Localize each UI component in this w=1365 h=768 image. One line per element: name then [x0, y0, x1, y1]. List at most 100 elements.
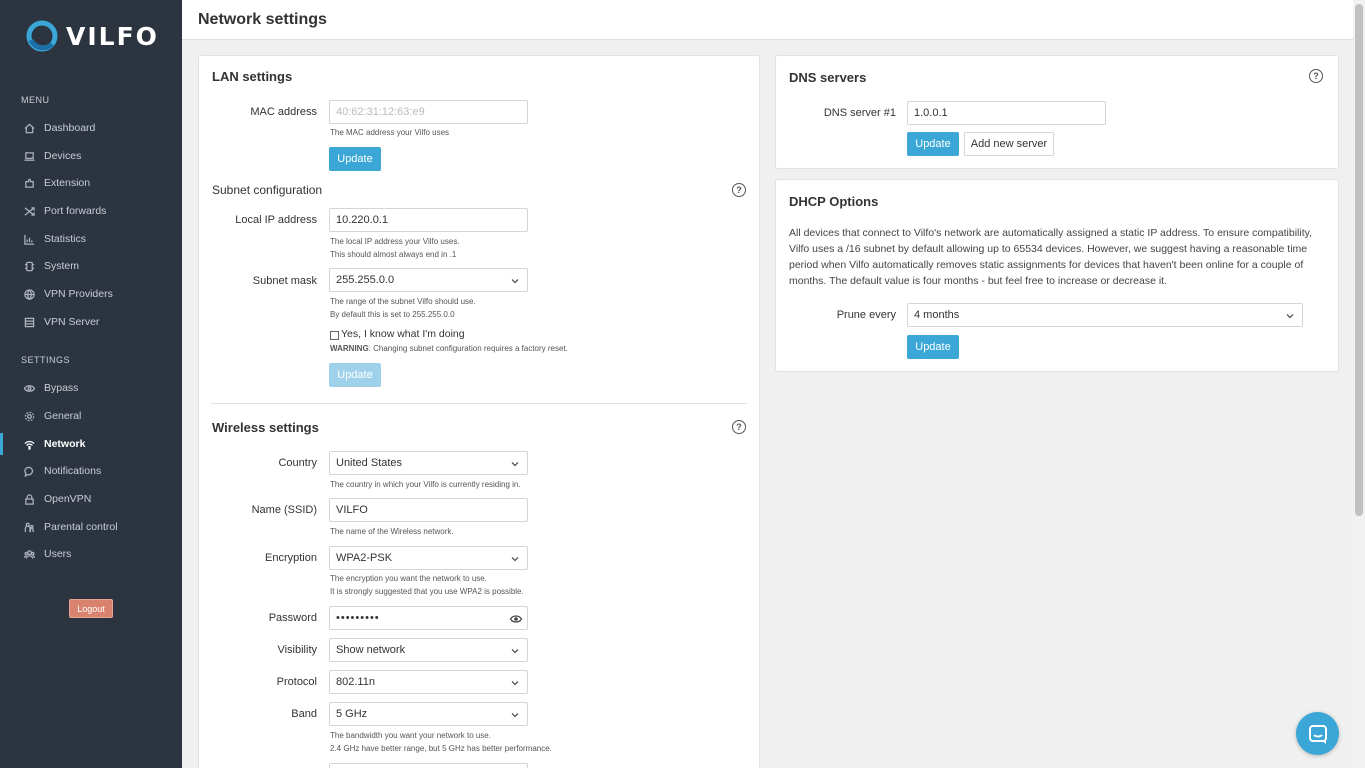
sidebar-item-label: OpenVPN: [44, 493, 92, 505]
dhcp-options-panel: DHCP Options All devices that connect to…: [775, 179, 1339, 372]
prune-every-select[interactable]: 4 months: [907, 303, 1303, 327]
shuffle-icon: [24, 206, 35, 217]
eye-icon: [24, 383, 35, 394]
sidebar-item-port-forwards[interactable]: Port forwards: [0, 200, 182, 222]
password-label: Password: [268, 612, 317, 624]
ssid-label: Name (SSID): [251, 504, 317, 516]
sidebar-item-dashboard[interactable]: Dashboard: [0, 117, 182, 139]
subnet-warning: WARNING: Changing subnet configuration r…: [330, 343, 568, 356]
sidebar-item-vpn-server[interactable]: VPN Server: [0, 311, 182, 333]
subnet-configuration-title: Subnet configuration: [212, 183, 323, 197]
sidebar-item-extension[interactable]: Extension: [0, 172, 182, 194]
subnet-help-icon[interactable]: ?: [732, 183, 746, 197]
chevron-down-icon: [511, 678, 519, 686]
subnet-update-button[interactable]: Update: [329, 363, 381, 387]
menu-section-label: MENU: [21, 95, 50, 105]
band-help-2: 2.4 GHz have better range, but 5 GHz has…: [330, 744, 552, 753]
local-ip-help-2: This should almost always end in .1: [330, 250, 457, 259]
sidebar-item-label: Network: [44, 438, 86, 450]
dns-update-button[interactable]: Update: [907, 132, 959, 156]
dhcp-update-button[interactable]: Update: [907, 335, 959, 359]
local-ip-input[interactable]: 10.220.0.1: [329, 208, 528, 232]
chevron-down-icon: [511, 710, 519, 718]
confirm-checkbox[interactable]: [330, 331, 339, 340]
visibility-value: Show network: [336, 644, 406, 656]
sidebar-item-label: Users: [44, 548, 72, 560]
encryption-label: Encryption: [265, 552, 317, 564]
sidebar-item-label: Devices: [44, 150, 82, 162]
sidebar-item-label: Extension: [44, 177, 91, 189]
globe-icon: [24, 288, 35, 300]
mac-address-label: MAC address: [250, 106, 317, 118]
band-select[interactable]: 5 GHz: [329, 702, 528, 726]
sidebar-item-general[interactable]: General: [0, 405, 182, 427]
sidebar-item-label: Bypass: [44, 382, 79, 394]
sidebar-item-openvpn[interactable]: OpenVPN: [0, 488, 182, 510]
password-value: •••••••••: [336, 612, 380, 624]
scrollbar-thumb[interactable]: [1355, 4, 1363, 516]
dns-server-1-label: DNS server #1: [823, 107, 896, 119]
sidebar-item-devices[interactable]: Devices: [0, 145, 182, 167]
users-icon: [24, 549, 35, 560]
encryption-select[interactable]: WPA2-PSK: [329, 546, 528, 570]
password-input[interactable]: •••••••••: [329, 606, 528, 630]
dns-help-icon[interactable]: ?: [1309, 69, 1323, 83]
chat-widget-button[interactable]: [1296, 712, 1339, 755]
protocol-select[interactable]: 802.11n: [329, 670, 528, 694]
chevron-down-icon: [1286, 311, 1294, 319]
visibility-select[interactable]: Show network: [329, 638, 528, 662]
eye-icon[interactable]: [510, 613, 522, 625]
dhcp-description-line-1: All devices that connect to Vilfo's netw…: [789, 227, 1312, 239]
sidebar-item-parental-control[interactable]: Parental control: [0, 516, 182, 538]
dhcp-description-line-4: months. The default value is four months…: [789, 275, 1168, 287]
lock-icon: [24, 493, 35, 505]
encryption-help-1: The encryption you want the network to u…: [330, 574, 487, 583]
wireless-settings-title: Wireless settings: [212, 420, 319, 435]
gear-icon: [24, 411, 35, 422]
local-ip-label: Local IP address: [235, 214, 317, 226]
lan-settings-panel: LAN settings MAC address 40:62:31:12:63:…: [198, 55, 760, 768]
settings-section-label: SETTINGS: [21, 355, 71, 365]
mac-address-input[interactable]: 40:62:31:12:63:e9: [329, 100, 528, 124]
sidebar: VILFO MENU Dashboard Devices Extension P…: [0, 0, 182, 768]
chart-icon: [24, 234, 35, 245]
header: Network settings: [182, 0, 1353, 40]
logout-button[interactable]: Logout: [69, 599, 113, 618]
dhcp-options-title: DHCP Options: [789, 194, 879, 209]
country-select[interactable]: United States: [329, 451, 528, 475]
vilfo-logo[interactable]: VILFO: [26, 20, 159, 52]
sidebar-item-label: Dashboard: [44, 122, 96, 134]
lan-update-button[interactable]: Update: [329, 147, 381, 171]
dhcp-description-line-3: period when Vilfo automatically removes …: [789, 259, 1304, 271]
subnet-mask-help-2: By default this is set to 255.255.0.0: [330, 310, 455, 319]
sidebar-item-label: VPN Providers: [44, 288, 113, 300]
page-scrollbar[interactable]: [1353, 0, 1365, 768]
sidebar-item-system[interactable]: System: [0, 255, 182, 277]
country-help: The country in which your Vilfo is curre…: [330, 480, 521, 489]
sidebar-item-bypass[interactable]: Bypass: [0, 377, 182, 399]
sidebar-item-label: System: [44, 260, 80, 272]
sidebar-item-network[interactable]: Network: [0, 433, 182, 455]
sidebar-item-vpn-providers[interactable]: VPN Providers: [0, 283, 182, 305]
sidebar-item-users[interactable]: Users: [0, 543, 182, 565]
sidebar-item-statistics[interactable]: Statistics: [0, 228, 182, 250]
sidebar-item-notifications[interactable]: Notifications: [0, 460, 182, 482]
band-help-1: The bandwidth you want your network to u…: [330, 731, 491, 740]
lan-settings-title: LAN settings: [212, 69, 293, 84]
subnet-mask-select[interactable]: 255.255.0.0: [329, 268, 528, 292]
next-field-input[interactable]: [329, 763, 528, 768]
chevron-down-icon: [511, 646, 519, 654]
home-icon: [24, 123, 35, 134]
country-value: United States: [336, 457, 403, 469]
chevron-down-icon: [511, 276, 519, 284]
chip-icon: [24, 261, 35, 272]
sidebar-item-label: Statistics: [44, 233, 87, 245]
add-new-server-button[interactable]: Add new server: [964, 132, 1054, 156]
subnet-mask-help-1: The range of the subnet Vilfo should use…: [330, 297, 476, 306]
wireless-help-icon[interactable]: ?: [732, 420, 746, 434]
brand-name: VILFO: [66, 21, 159, 51]
laptop-icon: [24, 151, 35, 162]
ssid-input[interactable]: VILFO: [329, 498, 528, 522]
dns-server-1-input[interactable]: 1.0.0.1: [907, 101, 1106, 125]
warning-text: : Changing subnet configuration requires…: [368, 344, 568, 353]
